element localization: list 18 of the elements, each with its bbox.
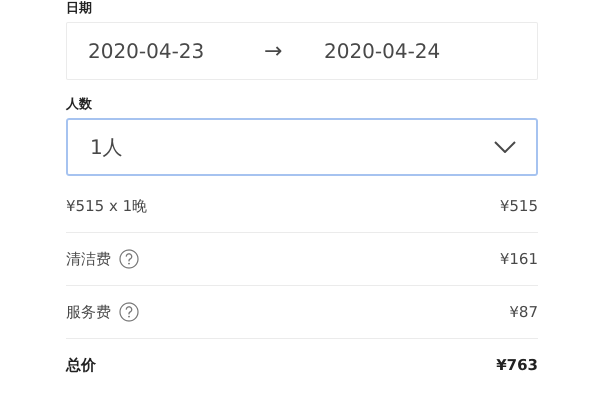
end-date[interactable]: 2020-04-24 [324, 39, 500, 63]
date-range-field[interactable]: 2020-04-23 → 2020-04-24 [66, 22, 538, 80]
price-label: ¥515 x 1晚 [66, 196, 148, 216]
field-label: 人数 [66, 98, 93, 112]
price-label: 总价 [66, 356, 96, 374]
price-label: 服务费 [66, 302, 111, 322]
price-amount: ¥161 [500, 250, 538, 268]
help-icon[interactable] [119, 302, 139, 322]
price-label: 清洁费 [66, 250, 111, 268]
arrow-text: → [264, 38, 284, 64]
field-label: 日期 [66, 2, 93, 16]
start-date[interactable]: 2020-04-23 [88, 39, 264, 63]
guests-select[interactable]: 1人 [66, 118, 538, 176]
help-icon[interactable] [119, 249, 139, 269]
price-amount: ¥515 [500, 197, 538, 215]
chevron-down-icon [494, 141, 516, 153]
price-amount: ¥87 [509, 303, 538, 321]
total-amount: ¥763 [496, 356, 538, 374]
